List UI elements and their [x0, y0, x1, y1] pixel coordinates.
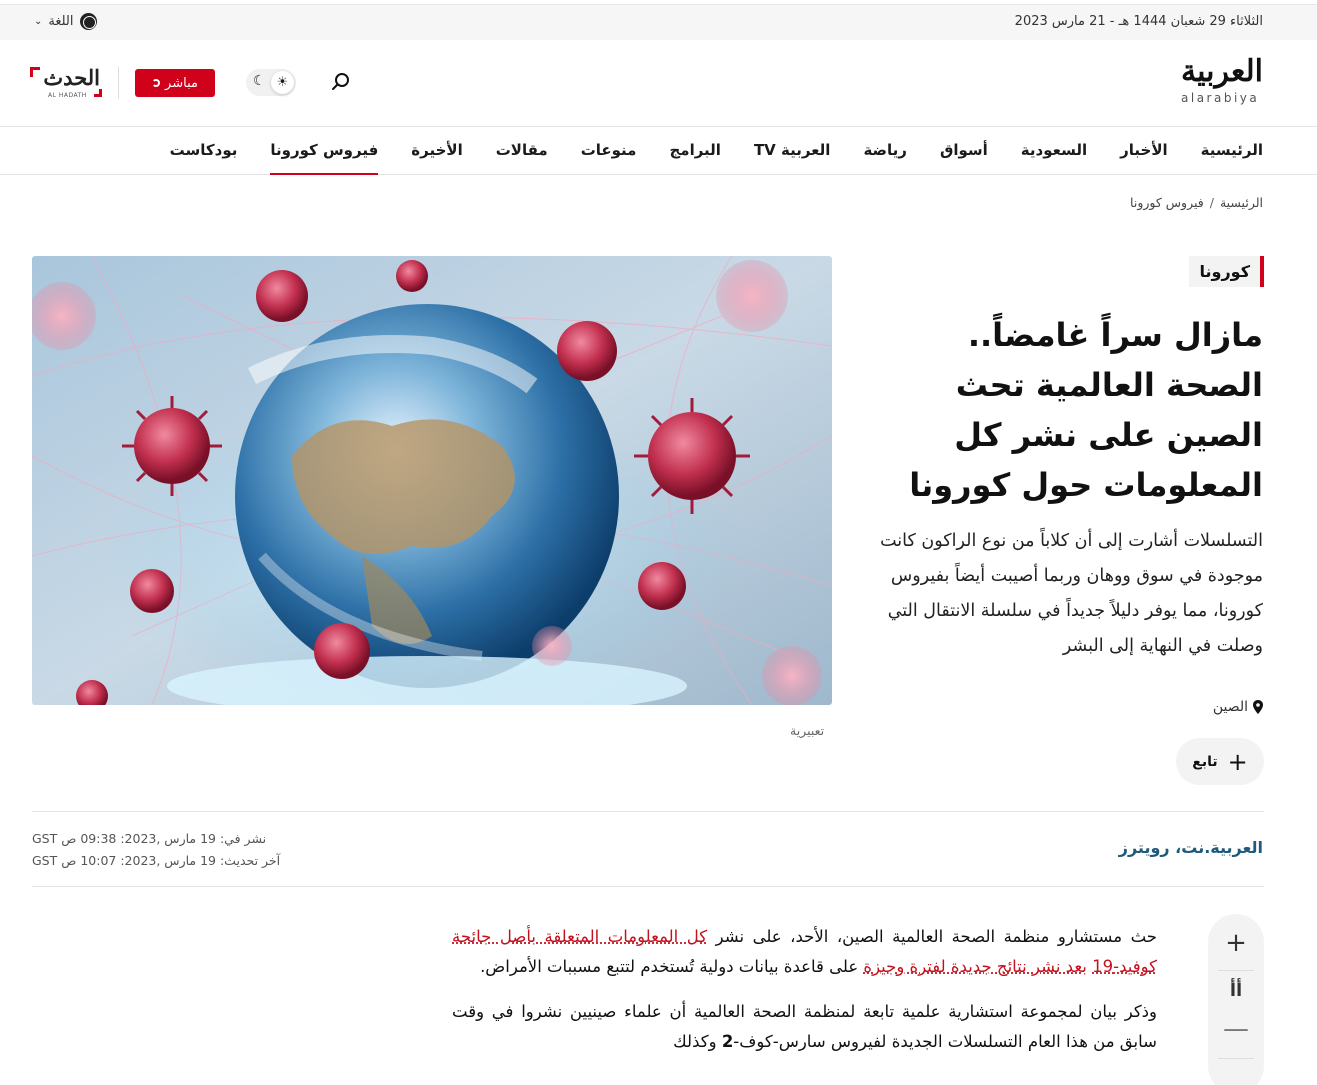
logo-corner-decoration: [94, 89, 102, 97]
logo-arabic: العربية: [1181, 55, 1263, 89]
increase-font-button[interactable]: +: [1208, 928, 1264, 958]
text-size-tools: + أأ —: [1208, 914, 1264, 1085]
language-selector[interactable]: اللغة ⌄: [34, 13, 97, 30]
location-label: الصين: [1213, 699, 1248, 715]
live-button[interactable]: مباشر: [135, 69, 215, 97]
nav-item-home[interactable]: الرئيسية: [1201, 127, 1263, 175]
article-hero-image: [32, 256, 832, 705]
inline-link[interactable]: بعد نشر نتائج جديدة لفترة وجيزة: [863, 957, 1086, 976]
article-location[interactable]: الصين: [1213, 699, 1263, 715]
font-size-icon: أأ: [1208, 980, 1264, 1001]
nav-item-coronavirus[interactable]: فيروس كورونا: [270, 127, 378, 175]
current-date: الثلاثاء 29 شعبان 1444 هـ - 21 مارس 2023: [1015, 14, 1263, 29]
logo-english: alarabiya: [1181, 91, 1263, 105]
divider: [1218, 1058, 1254, 1059]
plus-icon: +: [1228, 752, 1248, 772]
article-paragraph: وذكر بيان لمجموعة استشارية علمية تابعة ل…: [452, 997, 1157, 1057]
language-label: اللغة: [48, 14, 73, 29]
paragraph-text: وكذلك: [673, 1032, 722, 1051]
divider: [32, 886, 1264, 887]
live-label: مباشر: [165, 76, 198, 91]
breadcrumb: الرئيسية / فيروس كورونا: [1130, 195, 1263, 210]
alhadath-logo-english: AL HADATH: [48, 92, 87, 99]
moon-icon: ☾: [253, 73, 266, 89]
main-navigation: الرئيسية الأخبار السعودية أسواق رياضة ال…: [0, 127, 1317, 175]
nav-item-news[interactable]: الأخبار: [1120, 127, 1168, 175]
image-caption: تعبيرية: [790, 723, 824, 738]
nav-item-variety[interactable]: منوعات: [581, 127, 637, 175]
article-source: العربية.نت، رويترز: [1119, 838, 1263, 857]
sun-icon: ☀: [271, 71, 294, 94]
published-date: نشر في: 19 مارس ,2023: 09:38 ص GST: [32, 828, 280, 850]
top-bar: الثلاثاء 29 شعبان 1444 هـ - 21 مارس 2023…: [0, 4, 1317, 40]
nav-item-saudi[interactable]: السعودية: [1021, 127, 1087, 175]
follow-label: تابع: [1192, 754, 1217, 770]
divider: [1218, 970, 1254, 971]
globe-virus-illustration: [32, 256, 832, 705]
divider: [118, 67, 119, 99]
article-dates: نشر في: 19 مارس ,2023: 09:38 ص GST آخر ت…: [32, 828, 280, 872]
nav-item-articles[interactable]: مقالات: [496, 127, 548, 175]
paragraph-text: حث مستشارو منظمة الصحة العالمية الصين، ا…: [707, 927, 1157, 946]
breadcrumb-home[interactable]: الرئيسية: [1220, 195, 1263, 210]
live-broadcast-icon: [152, 79, 160, 87]
article-tag[interactable]: كورونا: [1189, 256, 1264, 287]
updated-date: آخر تحديث: 19 مارس ,2023: 10:07 ص GST: [32, 850, 280, 872]
nav-item-podcast[interactable]: بودكاست: [170, 127, 238, 175]
divider: [32, 811, 1264, 812]
nav-item-latest[interactable]: الأخيرة: [411, 127, 462, 175]
nav-item-markets[interactable]: أسواق: [940, 127, 988, 175]
breadcrumb-section[interactable]: فيروس كورونا: [1130, 195, 1204, 210]
alhadath-logo-arabic: الحدث: [43, 65, 100, 90]
paragraph-text: وذكر بيان لمجموعة استشارية علمية تابعة ل…: [452, 1002, 1157, 1051]
nav-item-sports[interactable]: رياضة: [863, 127, 907, 175]
globe-icon: [80, 13, 97, 30]
paragraph-text: على قاعدة بيانات دولية تُستخدم لتتبع مسب…: [480, 957, 863, 976]
location-pin-icon: [1253, 700, 1263, 714]
follow-button[interactable]: + تابع: [1176, 738, 1264, 785]
search-icon[interactable]: [331, 72, 351, 92]
site-header: العربية alarabiya ☾ ☀ مباشر الحدث AL HAD…: [0, 41, 1317, 127]
article-paragraph: حث مستشارو منظمة الصحة العالمية الصين، ا…: [452, 922, 1157, 982]
paragraph-text: 2: [722, 1032, 733, 1051]
chevron-down-icon: ⌄: [34, 16, 42, 27]
article-lead: التسلسلات أشارت إلى أن كلاباً من نوع الر…: [848, 524, 1263, 664]
alarabiya-logo[interactable]: العربية alarabiya: [1181, 55, 1263, 105]
alhadath-logo[interactable]: الحدث AL HADATH: [30, 65, 102, 101]
logo-corner-decoration: [30, 67, 40, 77]
nav-item-programs[interactable]: البرامج: [669, 127, 720, 175]
decrease-font-button[interactable]: —: [1208, 1014, 1264, 1044]
nav-item-alarabiya-tv[interactable]: العربية TV: [754, 127, 831, 175]
article-body: حث مستشارو منظمة الصحة العالمية الصين، ا…: [452, 922, 1157, 1072]
article-headline: مازال سراً غامضاً.. الصحة العالمية تحث ا…: [863, 310, 1263, 510]
theme-toggle[interactable]: ☾ ☀: [246, 69, 296, 96]
breadcrumb-separator: /: [1210, 195, 1214, 210]
